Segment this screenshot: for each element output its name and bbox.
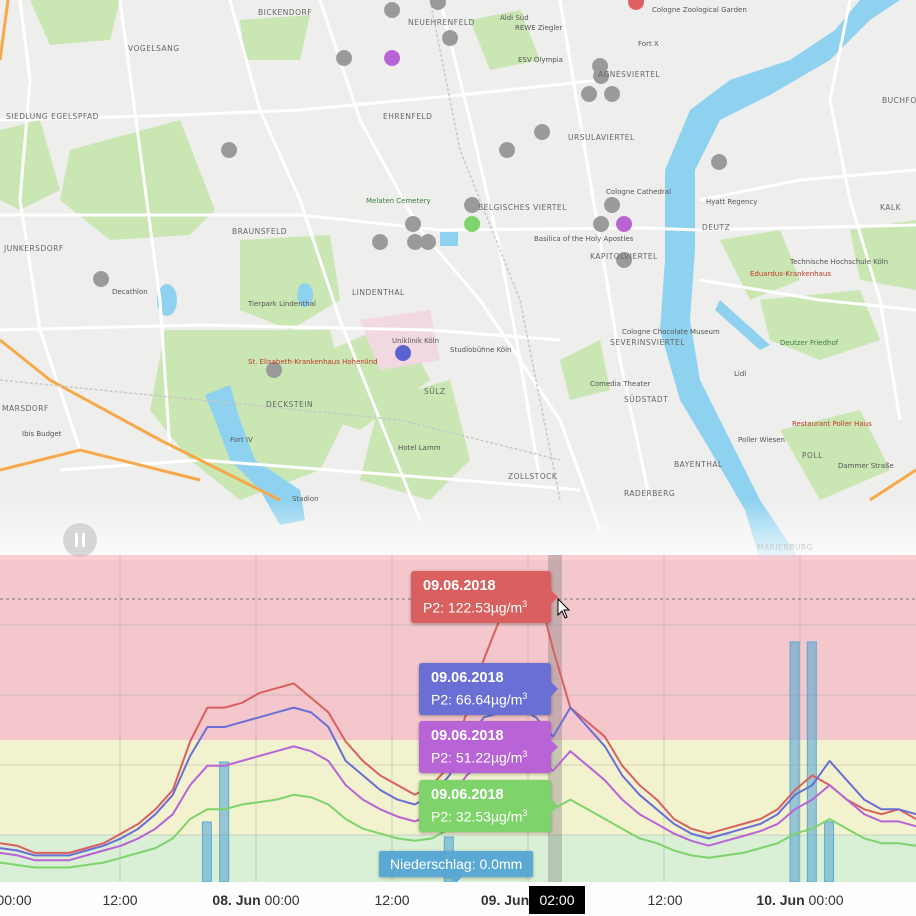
precip-bar <box>219 761 230 883</box>
tooltip-green: 09.06.2018 P2: 32.53µg/m3 <box>419 780 558 832</box>
precip-bar <box>201 821 212 883</box>
marker-gray <box>593 216 610 232</box>
tooltip-violet: 09.06.2018 P2: 51.22µg/m3 <box>419 721 558 773</box>
marker-gray <box>336 50 353 66</box>
x-tick-label: 12:00 <box>647 892 683 908</box>
x-tick-label: 12:00 <box>374 892 410 908</box>
tooltip-blue: 09.06.2018 P2: 66.64µg/m3 <box>419 663 558 715</box>
x-tick-label: 10. Jun 00:00 <box>756 892 844 908</box>
precip-bar <box>806 641 817 883</box>
x-tick-label: 00:00 <box>0 892 32 908</box>
marker-gray <box>442 30 459 46</box>
marker-gray <box>405 216 422 232</box>
marker-gray <box>372 234 389 250</box>
marker-gray <box>593 68 610 84</box>
marker-gray <box>711 154 728 170</box>
marker-gray <box>420 234 437 250</box>
time-axis: 00:00 12:00 08. Jun 00:00 12:00 09. Jun … <box>0 882 916 916</box>
precipitation-tooltip: Niederschlag: 0.0mm <box>379 851 534 883</box>
marker-gray <box>266 362 283 378</box>
marker-violet <box>616 216 633 232</box>
mouse-cursor-icon <box>557 598 571 619</box>
map-fade <box>0 500 916 560</box>
marker-violet <box>384 50 401 66</box>
marker-gray <box>221 142 238 158</box>
marker-green <box>464 216 481 232</box>
marker-gray <box>384 2 401 18</box>
marker-gray <box>604 197 621 213</box>
precip-bar <box>824 821 835 883</box>
pause-button[interactable] <box>63 523 97 557</box>
marker-gray <box>604 86 621 102</box>
marker-blue <box>395 345 412 361</box>
marker-gray <box>581 86 598 102</box>
marker-gray <box>499 142 516 158</box>
tooltip-red: 09.06.2018 P2: 122.53µg/m3 <box>411 571 558 623</box>
marker-gray <box>93 271 110 287</box>
x-tick-label: 08. Jun 00:00 <box>212 892 300 908</box>
x-tick-label: 09. Jun <box>480 892 530 908</box>
marker-gray <box>464 197 481 213</box>
marker-gray <box>616 252 633 268</box>
marker-gray <box>534 124 551 140</box>
x-tick-label: 12:00 <box>102 892 138 908</box>
precip-bar <box>789 641 800 883</box>
crosshair-time-label: 02:00 <box>529 886 585 914</box>
